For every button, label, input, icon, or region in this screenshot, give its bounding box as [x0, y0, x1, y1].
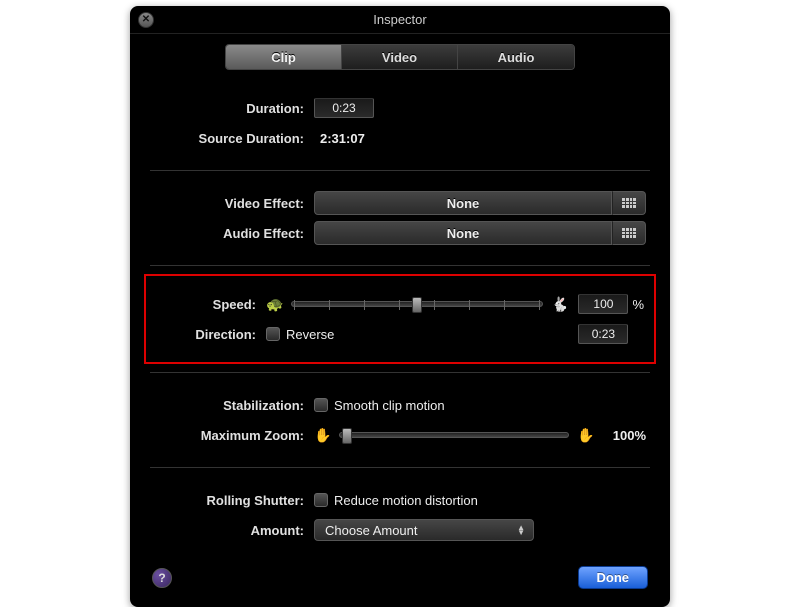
stabilization-checkbox-label: Smooth clip motion [334, 398, 445, 413]
max-zoom-slider-thumb[interactable] [342, 428, 352, 444]
amount-select[interactable]: Choose Amount ▲▼ [314, 519, 534, 541]
tab-clip[interactable]: Clip [226, 45, 342, 69]
speed-slider[interactable] [291, 301, 543, 307]
rabbit-icon: 🐇 [551, 296, 568, 313]
direction-time-field[interactable]: 0:23 [578, 324, 628, 344]
select-arrows-icon: ▲▼ [517, 525, 525, 535]
duration-field[interactable]: 0:23 [314, 98, 374, 118]
direction-label: Direction: [156, 327, 266, 342]
audio-effect-browser-button[interactable] [612, 221, 646, 245]
footer: ? Done [130, 554, 670, 593]
rolling-shutter-section: Rolling Shutter: Reduce motion distortio… [130, 476, 670, 554]
video-effect-browser-button[interactable] [612, 191, 646, 215]
divider [150, 372, 650, 373]
stabilization-section: Stabilization: Smooth clip motion Maximu… [130, 381, 670, 459]
duration-section: Duration: 0:23 Source Duration: 2:31:07 [130, 84, 670, 162]
audio-effect-button[interactable]: None [314, 221, 612, 245]
amount-label: Amount: [154, 523, 314, 538]
tab-bar: Clip Video Audio [130, 34, 670, 84]
tab-segmented-control: Clip Video Audio [225, 44, 575, 70]
help-button[interactable]: ? [152, 568, 172, 588]
done-button[interactable]: Done [578, 566, 649, 589]
titlebar: ✕ Inspector [130, 6, 670, 34]
effects-section: Video Effect: None Audio Effect: None [130, 179, 670, 257]
max-zoom-label: Maximum Zoom: [154, 428, 314, 443]
grid-icon [622, 198, 636, 208]
speed-slider-thumb[interactable] [412, 297, 422, 313]
tab-audio[interactable]: Audio [458, 45, 574, 69]
source-duration-label: Source Duration: [154, 131, 314, 146]
divider [150, 170, 650, 171]
audio-effect-label: Audio Effect: [154, 226, 314, 241]
grid-icon [622, 228, 636, 238]
turtle-icon: 🐢 [266, 296, 283, 313]
rolling-shutter-checkbox[interactable] [314, 493, 328, 507]
divider [150, 467, 650, 468]
divider [150, 265, 650, 266]
max-zoom-slider[interactable] [339, 432, 569, 438]
speed-direction-highlight: Speed: 🐢 🐇 100 % Direction: Reverse 0:23… [144, 274, 656, 364]
stabilization-label: Stabilization: [154, 398, 314, 413]
hand-icon: ✋ [577, 427, 594, 444]
close-button[interactable]: ✕ [138, 12, 154, 28]
video-effect-button[interactable]: None [314, 191, 612, 215]
tab-video[interactable]: Video [342, 45, 458, 69]
duration-label: Duration: [154, 101, 314, 116]
stabilization-checkbox[interactable] [314, 398, 328, 412]
video-effect-label: Video Effect: [154, 196, 314, 211]
speed-label: Speed: [156, 297, 266, 312]
rolling-shutter-label: Rolling Shutter: [154, 493, 314, 508]
hand-icon: ✋ [314, 427, 331, 444]
speed-unit: % [632, 297, 644, 312]
reverse-checkbox-label: Reverse [286, 327, 334, 342]
window-title: Inspector [373, 12, 426, 27]
max-zoom-value: 100% [607, 428, 646, 443]
reverse-checkbox[interactable] [266, 327, 280, 341]
inspector-panel: ✕ Inspector Clip Video Audio Duration: 0… [130, 6, 670, 607]
speed-value-field[interactable]: 100 [578, 294, 628, 314]
rolling-shutter-checkbox-label: Reduce motion distortion [334, 493, 478, 508]
source-duration-value: 2:31:07 [314, 131, 365, 146]
amount-select-value: Choose Amount [325, 523, 418, 538]
